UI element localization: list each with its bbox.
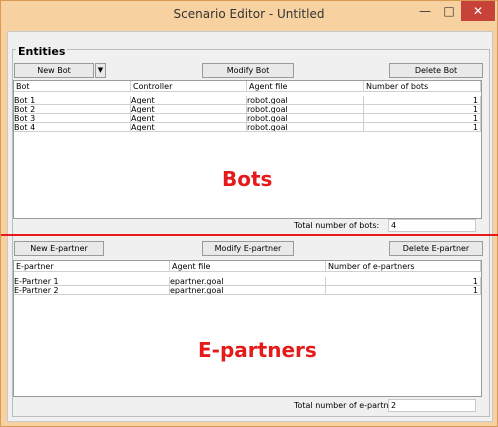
delete-epartner-button[interactable]: Delete E-partner	[389, 241, 483, 256]
table-row[interactable]: E-Partner 1 epartner.goal 1	[14, 277, 481, 286]
modify-epartner-button[interactable]: Modify E-partner	[202, 241, 294, 256]
bot-count-cell: 1	[364, 114, 481, 123]
epartner-name-cell: E-Partner 2	[14, 286, 170, 295]
epartners-annotation: E-partners	[198, 338, 317, 362]
bots-table: Bot Controller Agent file Number of bots…	[13, 80, 482, 219]
bot-controller-cell: Agent	[131, 114, 247, 123]
bot-controller-cell: Agent	[131, 123, 247, 132]
title-bar[interactable]: Scenario Editor - Untitled — □ ✕	[1, 1, 497, 29]
bot-name-cell: Bot 3	[14, 114, 131, 123]
bot-controller-cell: Agent	[131, 96, 247, 105]
epartner-agent-file-cell: epartner.goal	[170, 286, 326, 295]
bot-count-cell: 1	[364, 105, 481, 114]
maximize-button[interactable]: □	[437, 1, 461, 21]
table-row[interactable]: E-Partner 2 epartner.goal 1	[14, 286, 481, 295]
bot-name-cell: Bot 2	[14, 105, 131, 114]
epartners-table: E-partner Agent file Number of e-partner…	[13, 260, 482, 397]
column-header-controller[interactable]: Controller	[131, 81, 247, 92]
total-bots-label: Total number of bots:	[294, 221, 380, 230]
client-area: Entities New Bot ▼ Modify Bot Delete Bot…	[7, 31, 493, 422]
table-row[interactable]: Bot 1 Agent robot.goal 1	[14, 96, 481, 105]
table-row[interactable]: Bot 2 Agent robot.goal 1	[14, 105, 481, 114]
new-bot-dropdown-button[interactable]: ▼	[95, 63, 106, 78]
column-header-agent-file[interactable]: Agent file	[170, 261, 326, 272]
epartners-table-header: E-partner Agent file Number of e-partner…	[14, 261, 481, 272]
bot-controller-cell: Agent	[131, 105, 247, 114]
new-bot-button[interactable]: New Bot	[14, 63, 94, 78]
bot-name-cell: Bot 1	[14, 96, 131, 105]
bot-count-cell: 1	[364, 123, 481, 132]
chevron-down-icon: ▼	[97, 66, 104, 74]
bots-table-header: Bot Controller Agent file Number of bots	[14, 81, 481, 92]
delete-bot-button[interactable]: Delete Bot	[389, 63, 483, 78]
column-header-agent-file[interactable]: Agent file	[247, 81, 364, 92]
epartner-name-cell: E-Partner 1	[14, 277, 170, 286]
bot-agent-file-cell: robot.goal	[247, 114, 364, 123]
bot-count-cell: 1	[364, 96, 481, 105]
total-bots-field: 4	[388, 219, 476, 232]
modify-bot-button[interactable]: Modify Bot	[202, 63, 294, 78]
bot-agent-file-cell: robot.goal	[247, 96, 364, 105]
column-header-number-of-bots[interactable]: Number of bots	[364, 81, 481, 92]
minimize-button[interactable]: —	[413, 1, 437, 21]
bot-name-cell: Bot 4	[14, 123, 131, 132]
bots-annotation: Bots	[222, 167, 273, 191]
entities-group-label: Entities	[16, 45, 68, 58]
epartner-agent-file-cell: epartner.goal	[170, 277, 326, 286]
epartner-count-cell: 1	[326, 277, 481, 286]
column-header-bot[interactable]: Bot	[14, 81, 131, 92]
new-epartner-button[interactable]: New E-partner	[14, 241, 104, 256]
column-header-number-of-epartners[interactable]: Number of e-partners	[326, 261, 481, 272]
column-header-epartner[interactable]: E-partner	[14, 261, 170, 272]
epartner-count-cell: 1	[326, 286, 481, 295]
scenario-editor-window: Scenario Editor - Untitled — □ ✕ Entitie…	[0, 0, 498, 427]
table-row[interactable]: Bot 3 Agent robot.goal 1	[14, 114, 481, 123]
bot-agent-file-cell: robot.goal	[247, 105, 364, 114]
total-epartners-field: 2	[388, 399, 476, 412]
close-button[interactable]: ✕	[461, 1, 495, 21]
table-row[interactable]: Bot 4 Agent robot.goal 1	[14, 123, 481, 132]
section-divider-line	[1, 234, 498, 236]
bot-agent-file-cell: robot.goal	[247, 123, 364, 132]
